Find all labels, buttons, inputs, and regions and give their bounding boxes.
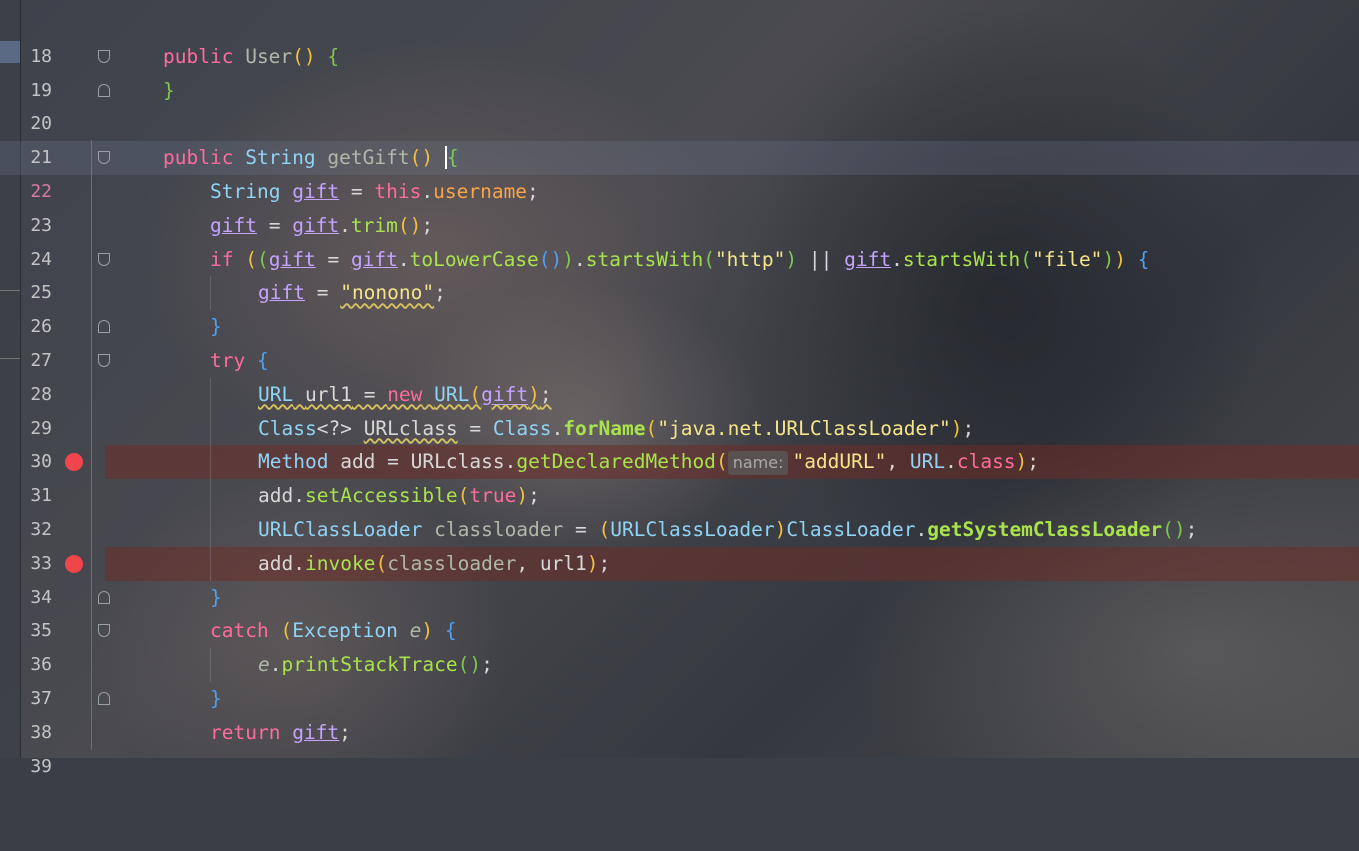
code-text: } [163, 78, 175, 102]
line-number: 21 [30, 147, 52, 169]
line-number: 20 [30, 113, 52, 135]
fold-open-icon[interactable] [98, 151, 110, 165]
code-line-26[interactable]: 26 gift = "nonono"; [0, 276, 1359, 337]
code-text: try { [210, 348, 269, 372]
breakpoint-icon[interactable] [65, 554, 83, 573]
line-number: 29 [30, 417, 52, 439]
code-text: } [210, 315, 222, 339]
code-line-37[interactable]: 37 e.printStackTrace(); [0, 648, 1359, 709]
indent-guide [210, 377, 211, 412]
indent-guide [210, 546, 211, 581]
code-line-21[interactable]: 21 [0, 107, 1359, 168]
code-line-20[interactable]: 20 } [0, 74, 1359, 135]
code-text: public String getGift() { [163, 146, 459, 170]
code-text: public User() { [163, 44, 340, 68]
fold-open-icon[interactable] [98, 49, 110, 63]
code-text: } [210, 686, 222, 710]
fold-close-icon[interactable] [98, 691, 110, 705]
text-caret: { [444, 146, 459, 170]
code-line-25[interactable]: 25 if ((gift = gift.toLowerCase()).start… [0, 243, 1359, 304]
indent-guide [210, 479, 211, 514]
line-number: 33 [30, 552, 52, 574]
code-line-39[interactable]: 39 return gift; [0, 716, 1359, 777]
line-number: 23 [30, 214, 52, 236]
code-text: gift = gift.trim(); [210, 213, 434, 237]
line-number: 36 [30, 654, 52, 676]
line-number: 34 [30, 586, 52, 608]
code-text: catch (Exception e) { [210, 619, 457, 643]
code-text: add.invoke(classloader, url1); [258, 551, 611, 575]
indent-guide [210, 445, 211, 480]
code-line-19[interactable]: 19 public User() { [0, 40, 1359, 101]
code-line-31-breakpoint[interactable]: 31 Method add = URLclass.getDeclaredMeth… [0, 445, 1359, 506]
indent-guide [210, 411, 211, 446]
code-text: URL url1 = new URL(gift); [258, 382, 552, 406]
line-number: 26 [30, 316, 52, 338]
code-line-18[interactable]: 18 [0, 6, 1359, 67]
line-number: 31 [30, 485, 52, 507]
code-text: e.printStackTrace(); [258, 653, 493, 677]
indent-guide [210, 512, 211, 547]
code-text: Method add = URLclass.getDeclaredMethod(… [258, 450, 1040, 476]
line-number: 32 [30, 518, 52, 540]
code-line-22-current[interactable]: 22 public String getGift() { [0, 141, 1359, 202]
line-number: 24 [30, 248, 52, 270]
code-text: } [210, 585, 222, 609]
code-line-36[interactable]: 36 catch (Exception e) { [0, 614, 1359, 675]
parameter-hint: name: [727, 451, 789, 476]
code-text: return gift; [210, 720, 351, 744]
code-text: if ((gift = gift.toLowerCase()).startsWi… [210, 247, 1150, 271]
code-line-24[interactable]: 24 gift = gift.trim(); [0, 209, 1359, 270]
line-number: 38 [30, 721, 52, 743]
line-number: 35 [30, 620, 52, 642]
code-line-28[interactable]: 28 try { [0, 344, 1359, 405]
code-line-32[interactable]: 32 add.setAccessible(true); [0, 479, 1359, 540]
line-number: 25 [30, 282, 52, 304]
line-number: 19 [30, 79, 52, 101]
code-line-38[interactable]: 38 } [0, 682, 1359, 743]
fold-close-icon[interactable] [98, 320, 110, 334]
line-number: 18 [30, 45, 52, 67]
code-line-23[interactable]: 23 String gift = this.username; [0, 175, 1359, 236]
line-number: 30 [30, 451, 52, 473]
fold-open-icon[interactable] [98, 252, 110, 266]
line-number: 28 [30, 383, 52, 405]
code-line-30[interactable]: 30 Class<?> URLclass = Class.forName("ja… [0, 411, 1359, 472]
indent-guide [210, 276, 211, 311]
code-line-27[interactable]: 27 } [0, 310, 1359, 371]
code-line-33[interactable]: 33 URLClassLoader classloader = (URLClas… [0, 512, 1359, 574]
fold-close-icon[interactable] [98, 590, 110, 604]
fold-open-icon[interactable] [98, 353, 110, 367]
code-editor[interactable]: 18 19 public User() { 20 } 21 22 public … [0, 6, 1359, 777]
fold-close-icon[interactable] [98, 83, 110, 97]
code-line-34-breakpoint[interactable]: 34 add.invoke(classloader, url1); [0, 546, 1359, 608]
code-line-29[interactable]: 29 URL url1 = new URL(gift); [0, 377, 1359, 439]
code-text: Class<?> URLclass = Class.forName("java.… [258, 416, 975, 440]
indent-guide [210, 648, 211, 683]
code-text: gift = "nonono"; [258, 281, 446, 305]
code-text: String gift = this.username; [210, 179, 539, 203]
line-number: 22 [30, 180, 52, 202]
line-number: 37 [30, 687, 52, 709]
code-text: URLClassLoader classloader = (URLClassLo… [258, 517, 1198, 541]
fold-open-icon[interactable] [98, 624, 110, 638]
breakpoint-icon[interactable] [65, 453, 83, 472]
line-number: 39 [30, 755, 52, 777]
code-text: add.setAccessible(true); [258, 484, 540, 508]
line-number: 27 [30, 349, 52, 371]
code-line-35[interactable]: 35 } [0, 581, 1359, 642]
